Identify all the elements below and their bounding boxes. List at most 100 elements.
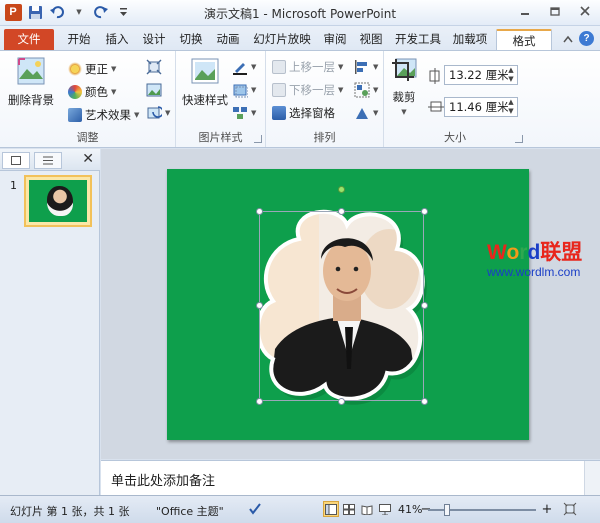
tab-addins[interactable]: 加载项 <box>448 29 492 50</box>
picture-effects-button[interactable]: ▼ <box>232 82 256 98</box>
dropdown-arrow-icon: ▼ <box>251 63 257 71</box>
resize-handle-bottom-right[interactable] <box>421 398 428 405</box>
height-value: 13.22 厘米 <box>449 68 509 82</box>
fit-to-window-icon[interactable] <box>562 501 578 517</box>
group-arrange: 上移一层 ▼ 下移一层 ▼ 选择窗格 ▼ ▼ ▼ 排列 <box>266 51 384 147</box>
restore-icon[interactable] <box>540 0 570 22</box>
minimize-icon[interactable] <box>510 0 540 22</box>
tab-developer[interactable]: 开发工具 <box>391 29 445 50</box>
align-button[interactable]: ▼ <box>354 59 378 75</box>
color-wheel-icon <box>68 85 82 99</box>
send-backward-label: 下移一层 <box>289 83 335 97</box>
dropdown-arrow-icon: ▼ <box>373 109 379 117</box>
resize-handle-right[interactable] <box>421 302 428 309</box>
tab-slides[interactable] <box>2 152 30 169</box>
width-icon <box>428 100 444 114</box>
selection-pane-button[interactable]: 选择窗格 <box>272 105 335 121</box>
remove-background-button[interactable]: 删除背景 <box>8 57 54 108</box>
reset-picture-button[interactable]: ▼ <box>146 105 170 121</box>
crop-button[interactable]: 裁剪 ▼ <box>390 57 418 116</box>
group-picture-styles-label: 图片样式 <box>198 131 243 144</box>
tab-view[interactable]: 视图 <box>354 29 388 50</box>
spinner-arrows-icon[interactable]: ▲ ▼ <box>506 98 516 116</box>
help-icon[interactable]: ? <box>579 31 594 46</box>
change-picture-button[interactable] <box>146 82 162 98</box>
slide-sorter-view-icon[interactable] <box>341 501 357 517</box>
slide-number: 1 <box>10 179 17 192</box>
resize-handle-bottom-left[interactable] <box>256 398 263 405</box>
group-size: 裁剪 ▼ 13.22 厘米 ▲ ▼ 11.46 厘米 ▲ ▼ 大小 <box>384 51 526 147</box>
theme-name[interactable]: "Office 主题" <box>156 503 224 519</box>
quick-styles-icon <box>190 57 220 88</box>
close-icon[interactable] <box>570 0 600 22</box>
watermark-logo: Word联盟 <box>487 241 583 264</box>
notes-scrollbar[interactable] <box>584 461 600 496</box>
tab-insert[interactable]: 插入 <box>100 29 134 50</box>
group-objects-button[interactable]: ▼ <box>354 82 378 98</box>
width-input[interactable]: 11.46 厘米 ▲ ▼ <box>444 97 518 117</box>
watermark-url: www.wordlm.com <box>487 265 581 279</box>
dialog-launcher-icon[interactable] <box>515 135 523 143</box>
slide-thumbnail[interactable] <box>24 175 92 227</box>
group-adjust: 删除背景 更正 ▼ 颜色 ▼ 艺术效果 ▼ ▼ 调整 <box>0 51 176 147</box>
corrections-button[interactable]: 更正 ▼ <box>68 61 116 77</box>
bring-forward-label: 上移一层 <box>289 60 335 74</box>
width-value: 11.46 厘米 <box>449 100 509 114</box>
dropdown-arrow-icon: ▼ <box>401 108 407 116</box>
artistic-effects-button[interactable]: 艺术效果 ▼ <box>68 107 139 123</box>
dropdown-arrow-icon: ▼ <box>111 65 117 73</box>
zoom-in-icon[interactable]: + <box>539 501 555 517</box>
slide[interactable] <box>167 169 529 440</box>
selection-box <box>259 211 424 401</box>
slides-panel: ✕ 1 <box>0 149 100 495</box>
rotation-handle[interactable] <box>338 186 345 193</box>
resize-handle-top-right[interactable] <box>421 208 428 215</box>
spelling-check-icon[interactable] <box>247 501 263 517</box>
dialog-launcher-icon[interactable] <box>254 135 262 143</box>
close-panel-icon[interactable]: ✕ <box>82 151 94 167</box>
compress-pictures-button[interactable] <box>146 59 162 75</box>
quick-styles-button[interactable]: 快速样式 <box>182 57 228 108</box>
slides-panel-tabs: ✕ <box>0 149 100 171</box>
color-button[interactable]: 颜色 ▼ <box>68 84 116 100</box>
artistic-effects-icon <box>68 108 82 122</box>
crop-icon <box>390 57 418 86</box>
color-label: 颜色 <box>85 85 108 99</box>
title-bar: P ▼ 演示文稿1 - Microsoft PowerPoint <box>0 0 600 26</box>
slideshow-view-icon[interactable] <box>377 501 393 517</box>
zoom-slider-thumb[interactable] <box>443 504 450 516</box>
resize-handle-top[interactable] <box>338 208 345 215</box>
normal-view-icon[interactable] <box>323 501 339 517</box>
reading-view-icon[interactable] <box>359 501 375 517</box>
tab-outline[interactable] <box>34 152 62 169</box>
spinner-arrows-icon[interactable]: ▲ ▼ <box>506 66 516 84</box>
resize-handle-left[interactable] <box>256 302 263 309</box>
tab-file[interactable]: 文件 <box>4 29 54 50</box>
tab-format[interactable]: 格式 <box>496 29 552 50</box>
tab-design[interactable]: 设计 <box>137 29 171 50</box>
bring-forward-button[interactable]: 上移一层 ▼ <box>272 59 343 75</box>
rotate-button[interactable]: ▼ <box>354 105 378 121</box>
dropdown-arrow-icon: ▼ <box>373 63 379 71</box>
height-input[interactable]: 13.22 厘米 ▲ ▼ <box>444 65 518 85</box>
send-backward-button[interactable]: 下移一层 ▼ <box>272 82 343 98</box>
tab-transitions[interactable]: 切换 <box>174 29 208 50</box>
group-adjust-label: 调整 <box>76 131 99 144</box>
tab-review[interactable]: 审阅 <box>318 29 352 50</box>
dropdown-arrow-icon: ▼ <box>338 63 344 71</box>
tab-animations[interactable]: 动画 <box>211 29 245 50</box>
tab-home[interactable]: 开始 <box>62 29 96 50</box>
picture-border-button[interactable]: ▼ <box>232 59 256 75</box>
slide-canvas: Word联盟 www.wordlm.com <box>101 149 600 459</box>
corrections-label: 更正 <box>85 62 108 76</box>
picture-layout-button[interactable]: ▼ <box>232 105 256 121</box>
zoom-slider[interactable] <box>428 504 536 516</box>
dropdown-arrow-icon: ▼ <box>251 109 257 117</box>
resize-handle-bottom[interactable] <box>338 398 345 405</box>
resize-handle-top-left[interactable] <box>256 208 263 215</box>
tab-slideshow[interactable]: 幻灯片放映 <box>249 29 315 50</box>
minimize-ribbon-icon[interactable] <box>563 32 573 46</box>
notes-pane[interactable]: 单击此处添加备注 <box>101 460 600 496</box>
thumbnail-picture <box>47 186 73 216</box>
send-backward-icon <box>272 83 286 97</box>
